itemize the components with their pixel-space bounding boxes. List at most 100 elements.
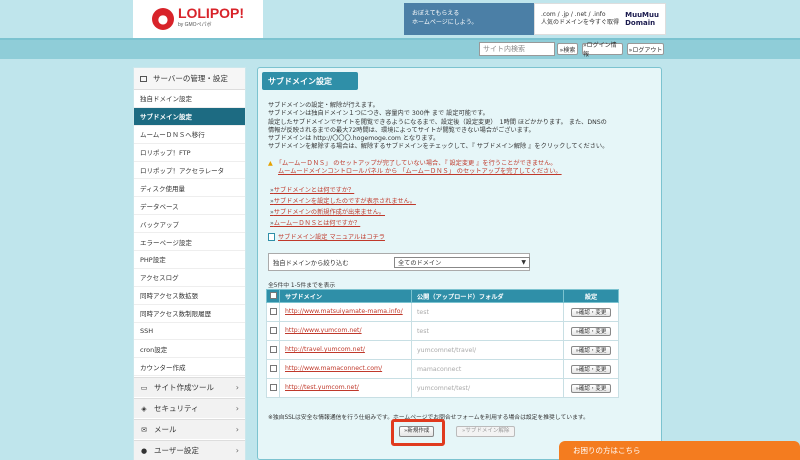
- mail-icon: ✉: [141, 425, 147, 434]
- sidebar-item-php[interactable]: PHP設定: [134, 251, 245, 269]
- user-icon: ●: [140, 446, 148, 455]
- sidebar-item-muumuu-dns[interactable]: ムームーＤＮＳへ移行: [134, 126, 245, 144]
- confirm-change-button[interactable]: »確認・変更: [570, 364, 612, 374]
- banner-line-1: おぼえてもらえる: [412, 10, 460, 17]
- folder-cell: test: [411, 302, 564, 322]
- row-checkbox[interactable]: [269, 346, 277, 354]
- banner-domains-sub: 人気のドメインを今すぐ取得: [541, 19, 620, 26]
- sidebar-item-database[interactable]: データベース: [134, 197, 245, 216]
- sidebar-item-access-log[interactable]: アクセスログ: [134, 269, 245, 287]
- ad-banner[interactable]: おぼえてもらえる ホームページにしよう。 .com / .jp / .net /…: [404, 3, 666, 35]
- sidebar-category-mail[interactable]: ✉ メール ›: [134, 419, 245, 439]
- select-all-checkbox[interactable]: [269, 292, 277, 300]
- table-row: http://www.mamaconnect.com/ mamaconnect …: [266, 359, 619, 379]
- row-checkbox[interactable]: [269, 384, 277, 392]
- page-title: サブドメイン設定: [262, 72, 358, 90]
- remove-subdomain-button[interactable]: »サブドメイン解除: [456, 426, 516, 437]
- chevron-right-icon: ›: [235, 404, 239, 413]
- subdomain-link[interactable]: http://www.yumcom.net/: [279, 321, 412, 341]
- monitor-icon: ▭: [140, 383, 148, 392]
- site-search-input[interactable]: サイト内検索: [479, 42, 555, 56]
- sidebar-item-concurrent-history[interactable]: 同時アクセス数制限履歴: [134, 305, 245, 323]
- main-panel: サブドメイン設定 サブドメインの設定・解除が行えます。 サブドメインは独自ドメイ…: [257, 67, 662, 460]
- new-subdomain-button[interactable]: »新規作成: [399, 426, 435, 437]
- select-all-header: [266, 289, 280, 303]
- action-cell: »確認・変更: [563, 340, 619, 360]
- manual-link[interactable]: サブドメイン設定 マニュアルはコチラ: [268, 232, 385, 241]
- chevron-right-icon: ›: [235, 425, 239, 434]
- confirm-change-button[interactable]: »確認・変更: [570, 326, 612, 336]
- domain-filter-select[interactable]: 全てのドメイン ▼: [394, 257, 530, 268]
- confirm-change-button[interactable]: »確認・変更: [570, 345, 612, 355]
- sidebar-item-error-page[interactable]: エラーページ設定: [134, 233, 245, 252]
- row-checkbox[interactable]: [269, 365, 277, 373]
- sidebar-item-concurrent-access[interactable]: 同時アクセス数拡張: [134, 287, 245, 305]
- table-row: http://test.yumcom.net/ yumcomnet/test/ …: [266, 378, 619, 398]
- sidebar-item-subdomain[interactable]: サブドメイン設定: [134, 107, 245, 126]
- folder-cell: yumcomnet/travel/: [411, 340, 564, 360]
- search-button[interactable]: »検索: [557, 43, 578, 55]
- sidebar-category-site-tools[interactable]: ▭ サイト作成ツール ›: [134, 377, 245, 397]
- logout-button[interactable]: »ログアウト: [627, 43, 664, 55]
- faq-link[interactable]: ムームーＤＮＳとは何ですか？: [270, 218, 416, 229]
- sidebar-item-ftp[interactable]: ロリポップ！FTP: [134, 144, 245, 162]
- warning-icon: ▲: [268, 160, 273, 167]
- faq-link[interactable]: サブドメインの新規作成が出来ません。: [270, 207, 416, 218]
- dns-warning: ▲ 「ムームーＤＮＳ」 のセットアップが完了していない場合、『 設定変更 』を行う…: [268, 160, 658, 177]
- domain-filter: 独自ドメインから絞り込む 全てのドメイン ▼: [268, 253, 530, 271]
- banner-brand: MuuMuu: [625, 11, 659, 19]
- table-row: http://travel.yumcom.net/ yumcomnet/trav…: [266, 340, 619, 360]
- manual-link-label: サブドメイン設定 マニュアルはコチラ: [278, 234, 385, 241]
- subdomain-link[interactable]: http://test.yumcom.net/: [279, 378, 412, 398]
- faq-link[interactable]: サブドメインを設定したのですが表示されません。: [270, 196, 416, 207]
- result-count: 全5件中 1-5件までを表示: [268, 283, 336, 289]
- banner-domains: .com / .jp / .net / .info: [541, 11, 606, 18]
- faq-links: サブドメインとは何ですか？ サブドメインを設定したのですが表示されません。 サブ…: [270, 185, 416, 229]
- sidebar-category-user-settings[interactable]: ● ユーザー設定 ›: [134, 440, 245, 460]
- sidebar-item-ssh[interactable]: SSH: [134, 323, 245, 341]
- subdomain-table: サブドメイン 公開（アップロード）フォルダ 設定 http://www.mats…: [266, 289, 619, 398]
- sidebar-category-security[interactable]: ◈ セキュリティ ›: [134, 398, 245, 418]
- lollipop-logo-icon: ●: [151, 8, 174, 30]
- table-row: http://www.matsuiyamate-mama.info/ test …: [266, 302, 619, 322]
- banner-line-2: ホームページにしよう。: [412, 19, 478, 26]
- sidebar-item-cron[interactable]: cron設定: [134, 340, 245, 359]
- row-checkbox-cell: [266, 321, 280, 341]
- subdomain-link[interactable]: http://www.mamaconnect.com/: [279, 359, 412, 379]
- confirm-change-button[interactable]: »確認・変更: [570, 307, 612, 317]
- faq-link[interactable]: サブドメインとは何ですか？: [270, 185, 416, 196]
- logo[interactable]: ● LOLIPOP! by GMOペパボ: [133, 0, 263, 38]
- sidebar-item-disk-usage[interactable]: ディスク使用量: [134, 179, 245, 198]
- sidebar-section-header[interactable]: サーバーの管理・設定: [134, 68, 245, 90]
- help-tab[interactable]: お困りの方はこちら: [559, 441, 800, 460]
- banner-brand-2: Domain: [625, 19, 656, 27]
- subdomain-link[interactable]: http://www.matsuiyamate-mama.info/: [279, 302, 412, 322]
- shield-icon: ◈: [141, 404, 147, 413]
- subdomain-link[interactable]: http://travel.yumcom.net/: [279, 340, 412, 360]
- sidebar-item-counter[interactable]: カウンター作成: [134, 358, 245, 377]
- sidebar-item-backup[interactable]: バックアップ: [134, 215, 245, 234]
- sidebar-section-title: サーバーの管理・設定: [153, 74, 228, 83]
- confirm-change-button[interactable]: »確認・変更: [570, 383, 612, 393]
- description: サブドメインの設定・解除が行えます。 サブドメインは独自ドメイン１つにつき、容量…: [268, 102, 658, 152]
- column-header-subdomain: サブドメイン: [279, 289, 412, 303]
- row-checkbox-cell: [266, 340, 280, 360]
- folder-cell: mamaconnect: [411, 359, 564, 379]
- sidebar-item-accelerator[interactable]: ロリポップ！アクセラレータ: [134, 162, 245, 180]
- filter-label: 独自ドメインから絞り込む: [273, 259, 349, 267]
- filter-selected-value: 全てのドメイン: [398, 260, 442, 267]
- login-info-button[interactable]: »ログイン情報: [582, 42, 623, 58]
- row-checkbox[interactable]: [269, 308, 277, 316]
- table-row: http://www.yumcom.net/ test »確認・変更: [266, 321, 619, 341]
- muumuu-control-panel-link[interactable]: ムームードメインコントロールパネル から 「ムームーＤＮＳ」 のセットアップを完…: [268, 168, 658, 176]
- action-cell: »確認・変更: [563, 378, 619, 398]
- sidebar-category-label: サイト作成ツール: [154, 383, 214, 392]
- description-line: 設定したサブドメインでサイトを閲覧できるようになるまで、設定後（設定変更） 1時…: [268, 118, 607, 126]
- action-cell: »確認・変更: [563, 302, 619, 322]
- document-icon: [268, 232, 275, 241]
- warning-line: 「ムームーＤＮＳ」 のセットアップが完了していない場合、『 設定変更 』を行うこ…: [275, 160, 557, 167]
- sidebar-item-custom-domain[interactable]: 独自ドメイン設定: [134, 90, 245, 108]
- row-checkbox[interactable]: [269, 327, 277, 335]
- row-checkbox-cell: [266, 378, 280, 398]
- row-checkbox-cell: [266, 302, 280, 322]
